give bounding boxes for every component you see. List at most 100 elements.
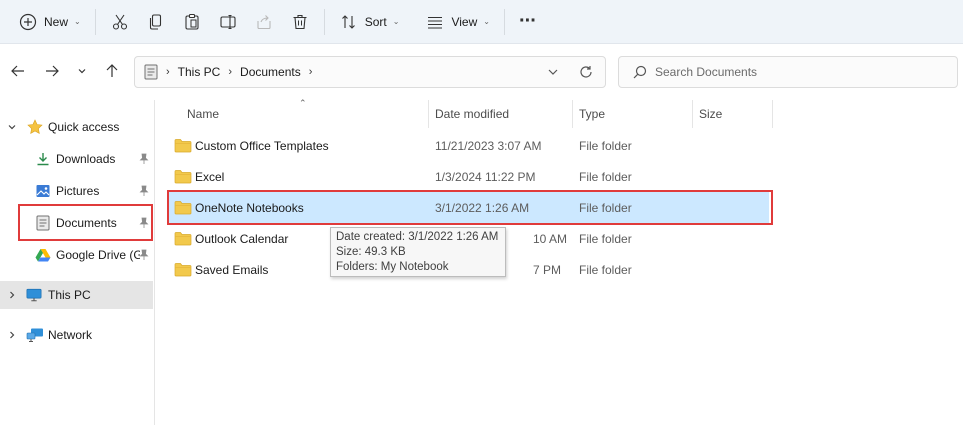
toolbar-divider [94, 8, 96, 35]
file-type: File folder [579, 262, 632, 277]
file-name: Excel [195, 169, 225, 184]
view-list-icon [425, 12, 445, 32]
share-button[interactable] [246, 6, 282, 38]
sidebar-item-quick-access[interactable]: Quick access [0, 114, 153, 140]
file-date-modified: 1/3/2024 11:22 PM [435, 169, 536, 184]
address-history-button[interactable] [547, 66, 559, 78]
pin-icon [138, 152, 150, 166]
chevron-right-icon[interactable] [6, 288, 18, 302]
up-button[interactable] [102, 62, 122, 82]
navigation-pane: Quick access Downloads Pictures Document… [0, 100, 155, 425]
folder-icon [174, 169, 192, 184]
file-date-modified: 7 PM [533, 262, 562, 277]
new-button-label: New [44, 14, 69, 29]
scissors-icon [110, 12, 130, 32]
star-icon [27, 119, 43, 135]
list-item[interactable]: Custom Office Templates 11/21/2023 3:07 … [168, 130, 769, 161]
search-box[interactable] [618, 56, 958, 88]
chevron-right-icon[interactable] [6, 328, 18, 342]
folder-icon [174, 231, 192, 246]
recent-locations-button[interactable] [74, 62, 90, 82]
sidebar-item-label: This PC [48, 288, 91, 302]
file-name: Outlook Calendar [195, 231, 289, 246]
documents-highlight-box [18, 204, 153, 241]
sidebar-item-label: Pictures [56, 184, 100, 198]
forward-button[interactable] [42, 62, 62, 82]
column-header-name[interactable]: Name [187, 100, 219, 128]
paste-button[interactable] [174, 6, 210, 38]
more-options-button[interactable]: ··· [511, 6, 544, 38]
column-header-date-modified[interactable]: Date modified [435, 100, 509, 128]
column-header-label: Size [699, 107, 723, 121]
breadcrumb-documents[interactable]: Documents [240, 65, 301, 79]
copy-button[interactable] [138, 6, 174, 38]
breadcrumb-this-pc[interactable]: This PC [178, 65, 221, 79]
column-divider[interactable] [572, 100, 573, 128]
address-row: › This PC › Documents › [0, 44, 963, 100]
arrow-right-icon [44, 63, 60, 82]
tooltip-date-created: Date created: 3/1/2022 1:26 AM [336, 231, 499, 243]
trash-icon [290, 12, 310, 32]
column-divider[interactable] [428, 100, 429, 128]
delete-button[interactable] [282, 6, 318, 38]
chevron-down-icon[interactable] [6, 120, 18, 134]
folder-icon [174, 262, 192, 277]
sidebar-item-google-drive[interactable]: Google Drive (G [0, 242, 153, 268]
column-divider[interactable] [772, 100, 773, 128]
download-icon [35, 151, 51, 167]
back-button[interactable] [8, 62, 28, 82]
search-input[interactable] [655, 65, 935, 79]
refresh-button[interactable] [579, 65, 593, 79]
sidebar-item-pictures[interactable]: Pictures [0, 178, 153, 204]
address-bar[interactable]: › This PC › Documents › [134, 56, 606, 88]
rename-button[interactable] [210, 6, 246, 38]
breadcrumb-separator-icon: › [308, 66, 313, 78]
more-options-label: ··· [518, 10, 537, 32]
chevron-down-icon: ⌄ [392, 17, 400, 26]
sidebar-item-label: Network [48, 328, 93, 342]
selected-row-highlight-box [167, 190, 773, 225]
sidebar-item-downloads[interactable]: Downloads [0, 146, 153, 172]
file-date-modified: 10 AM [533, 231, 568, 246]
command-bar: New ⌄ Sort ⌄ View ⌄ ··· [0, 0, 963, 44]
sidebar-item-label: Quick access [48, 120, 120, 134]
list-item[interactable]: Excel 1/3/2024 11:22 PM File folder [168, 161, 769, 192]
folder-icon [174, 138, 192, 153]
file-name: Saved Emails [195, 262, 269, 277]
documents-folder-icon [144, 64, 158, 80]
chevron-down-icon [548, 69, 558, 75]
file-list: ⌃ Name Date modified Type Size Custom Of… [156, 98, 963, 425]
sort-ascending-indicator: ⌃ [299, 98, 307, 108]
pictures-icon [35, 183, 51, 199]
file-type: File folder [579, 138, 632, 153]
pin-icon [138, 184, 150, 198]
column-header-label: Name [187, 107, 220, 121]
rename-icon [218, 12, 238, 32]
new-button[interactable]: New ⌄ [10, 6, 89, 38]
sort-button[interactable]: Sort ⌄ [331, 6, 408, 38]
column-header-size[interactable]: Size [699, 100, 722, 128]
pin-icon [138, 248, 150, 262]
view-button-label: View [451, 14, 478, 29]
tooltip-folders: Folders: My Notebook [336, 261, 449, 273]
sidebar-item-this-pc[interactable]: This PC [0, 281, 153, 309]
chevron-down-icon: ⌄ [74, 17, 81, 26]
sidebar-item-network[interactable]: Network [0, 322, 153, 348]
column-divider[interactable] [692, 100, 693, 128]
copy-icon [146, 12, 166, 32]
arrow-up-icon [104, 63, 120, 82]
chevron-down-icon: ⌄ [483, 17, 490, 26]
breadcrumb-separator-icon: › [228, 66, 233, 78]
toolbar-divider [323, 8, 325, 35]
chevron-down-icon [77, 65, 87, 79]
sort-icon [339, 12, 359, 32]
cut-button[interactable] [102, 6, 138, 38]
network-icon [26, 327, 44, 343]
breadcrumb-separator-icon: › [166, 66, 170, 78]
sidebar-item-label: Downloads [56, 152, 116, 166]
refresh-icon [580, 66, 592, 78]
view-button[interactable]: View ⌄ [417, 6, 498, 38]
file-type: File folder [579, 169, 632, 184]
column-header-type[interactable]: Type [579, 100, 605, 128]
computer-icon [26, 287, 42, 303]
